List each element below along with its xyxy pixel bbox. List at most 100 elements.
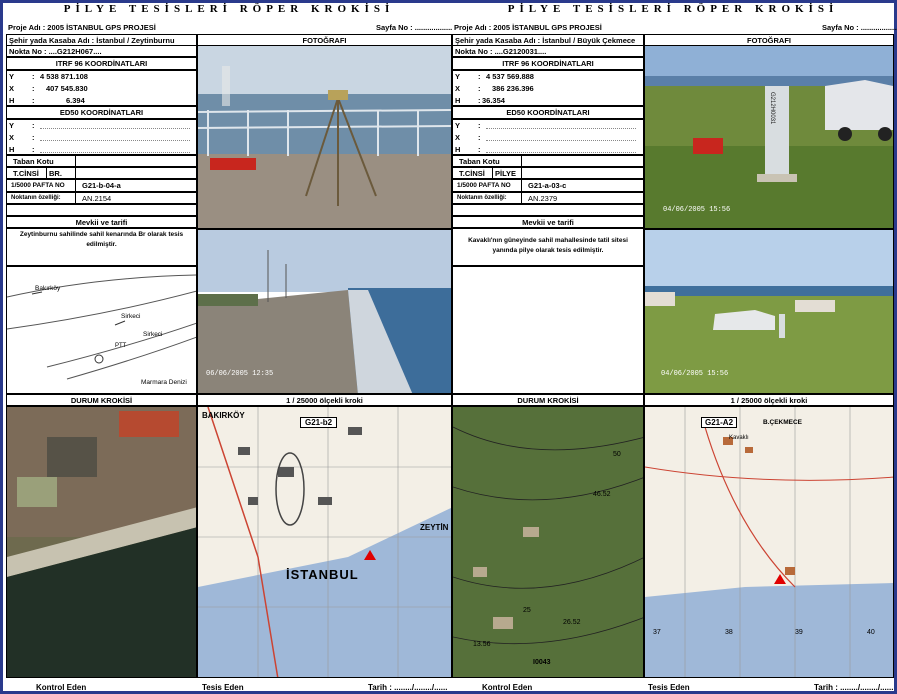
- h-colon: :: [478, 96, 481, 105]
- olcek-header: 1 / 25000 ölçekli kroki: [197, 394, 452, 406]
- tcinsi-value: PİLYE: [492, 167, 522, 179]
- ed50-h-label: H: [9, 145, 15, 154]
- photo2-timestamp: 04/06/2005 15:56: [661, 370, 729, 378]
- taban-kotu-label: Taban Kotu: [6, 155, 76, 167]
- ozellik-label: Noktanın özelliği:: [6, 192, 76, 204]
- pillar-text: G212H0031: [769, 92, 775, 125]
- ed50-x-colon: :: [32, 133, 35, 142]
- ed50-x-label: X: [9, 133, 15, 142]
- ed50-y-dots: [40, 128, 190, 129]
- ed50-box: [452, 119, 644, 155]
- map-sheet-label: G21-A2: [701, 417, 738, 428]
- y-colon: :: [32, 72, 35, 81]
- grid-number-37: 37: [653, 629, 661, 636]
- x-label: X: [455, 84, 461, 93]
- ozellik-value: AN.2379: [521, 192, 644, 204]
- sheet-left: Proje Adı : 2005 İSTANBUL GPS PROJESİ Sa…: [6, 0, 452, 694]
- tarih: Tarih : ......../......../......: [368, 683, 448, 692]
- ed50-y-label: Y: [9, 121, 15, 130]
- pafta-value: G21-a-03-c: [521, 179, 644, 192]
- y-colon: :: [478, 72, 481, 81]
- kontrol-eden: Kontrol Eden: [482, 683, 533, 692]
- benchmark-label: I0043: [533, 659, 551, 666]
- h-label: H: [9, 96, 15, 105]
- photo2-timestamp: 06/06/2005 12:35: [206, 370, 274, 378]
- tcinsi-label: T.CİNSİ: [6, 167, 47, 179]
- contour-50: 50: [613, 451, 621, 458]
- tcinsi-value: BR.: [46, 167, 76, 179]
- blank-row: [452, 204, 644, 216]
- taban-kotu-label: Taban Kotu: [452, 155, 522, 167]
- ozellik-label: Noktanın özelliği:: [452, 192, 522, 204]
- contour-25: 25: [523, 607, 531, 614]
- ed50-y-colon: :: [32, 121, 35, 130]
- sketch-box-empty: [452, 266, 644, 394]
- mevki-header: Mevkii ve tarifi: [6, 216, 197, 228]
- ed50-h-dots: [486, 152, 636, 153]
- sheet-right: Proje Adı : 2005 İSTANBUL GPS PROJESİ Sa…: [452, 0, 897, 694]
- ed50-box: [6, 119, 197, 155]
- map-text-zeytin: ZEYTİN: [420, 523, 449, 532]
- sketch-label-sea: Marmara Denizi: [141, 379, 187, 386]
- contour-13: 13.56: [473, 641, 491, 648]
- tesis-eden: Tesis Eden: [202, 683, 244, 692]
- itrf-y-value: 4 537 569.888: [486, 72, 534, 81]
- y-label: Y: [9, 72, 15, 81]
- sketch-label-bakirkoy: Bakırköy: [35, 285, 61, 292]
- tcinsi-extra: [521, 167, 644, 179]
- kontrol-eden: Kontrol Eden: [36, 683, 87, 692]
- contour-26: 26.52: [563, 619, 581, 626]
- ed50-header: ED50 KOORDİNATLARI: [6, 106, 197, 119]
- grid-number-38: 38: [725, 629, 733, 636]
- sketch-label-sirkeci-1: Sirkeci: [121, 313, 141, 320]
- sketch-label-ptt: PTT: [115, 343, 127, 349]
- mevki-header: Mevkii ve tarifi: [452, 216, 644, 228]
- project-name: Proje Adı : 2005 İSTANBUL GPS PROJESİ: [454, 23, 602, 32]
- location-sketch: Bakırköy Sirkeci Sirkeci PTT Marmara Den…: [6, 266, 197, 394]
- grid-number-40: 40: [867, 629, 875, 636]
- map-text-istanbul: İSTANBUL: [286, 567, 359, 582]
- aerial-photo: [6, 406, 197, 678]
- map-text-kavakli: Kavaklı: [729, 435, 749, 441]
- ed50-header: ED50 KOORDİNATLARI: [452, 106, 644, 119]
- tarih: Tarih : ......../......../......: [814, 683, 894, 692]
- taban-kotu-value: [521, 155, 644, 167]
- ed50-h-colon: :: [478, 145, 481, 154]
- point-number: Nokta No : ....G212H067....: [6, 45, 197, 57]
- ed50-x-dots: [486, 140, 636, 141]
- location-description: Kavaklı'nın güneyinde sahil mahallesinde…: [468, 237, 628, 254]
- ozellik-value: AN.2154: [75, 192, 197, 204]
- ed50-h-colon: :: [32, 145, 35, 154]
- contour-46: 46.52: [593, 491, 611, 498]
- map-sheet-label: G21-b2: [300, 417, 338, 428]
- point-number: Nokta No : ....G2120031....: [452, 45, 644, 57]
- ed50-h-dots: [40, 152, 190, 153]
- ed50-x-label: X: [455, 133, 461, 142]
- ed50-x-dots: [40, 140, 190, 141]
- page-number: Sayfa No : ..................: [376, 23, 453, 32]
- grid-number-39: 39: [795, 629, 803, 636]
- h-colon: :: [32, 96, 35, 105]
- photo1-timestamp: 04/06/2005 15:56: [663, 206, 731, 214]
- site-photo-2: 04/06/2005 15:56: [644, 229, 894, 394]
- sketch-label-sirkeci-2: Sirkeci: [143, 331, 163, 338]
- topo-map: G21-A2 Kavaklı B.ÇEKMECE 37 38 39 40: [644, 406, 894, 678]
- itrf-h-value: 36.354: [482, 96, 505, 105]
- tesis-eden: Tesis Eden: [648, 683, 690, 692]
- site-photo-2: 06/06/2005 12:35: [197, 229, 452, 394]
- pafta-label: 1/5000 PAFTA NO: [452, 179, 522, 192]
- h-label: H: [455, 96, 461, 105]
- map-text-bakirkoy: BAKIRKÖY: [202, 411, 245, 420]
- ed50-x-colon: :: [478, 133, 481, 142]
- pafta-value: G21-b-04-a: [75, 179, 197, 192]
- ed50-y-colon: :: [478, 121, 481, 130]
- y-label: Y: [455, 72, 461, 81]
- project-name: Proje Adı : 2005 İSTANBUL GPS PROJESİ: [8, 23, 156, 32]
- tcinsi-label: T.CİNSİ: [452, 167, 493, 179]
- ed50-y-label: Y: [455, 121, 461, 130]
- durum-header: DURUM KROKİSİ: [6, 394, 197, 406]
- topo-map: BAKIRKÖY G21-b2 İSTANBUL ZEYTİN: [197, 406, 452, 678]
- itrf-header: ITRF 96 KOORDİNATLARI: [452, 57, 644, 70]
- itrf-x-value: 386 236.396: [492, 84, 534, 93]
- olcek-header: 1 / 25000 ölçekli kroki: [644, 394, 894, 406]
